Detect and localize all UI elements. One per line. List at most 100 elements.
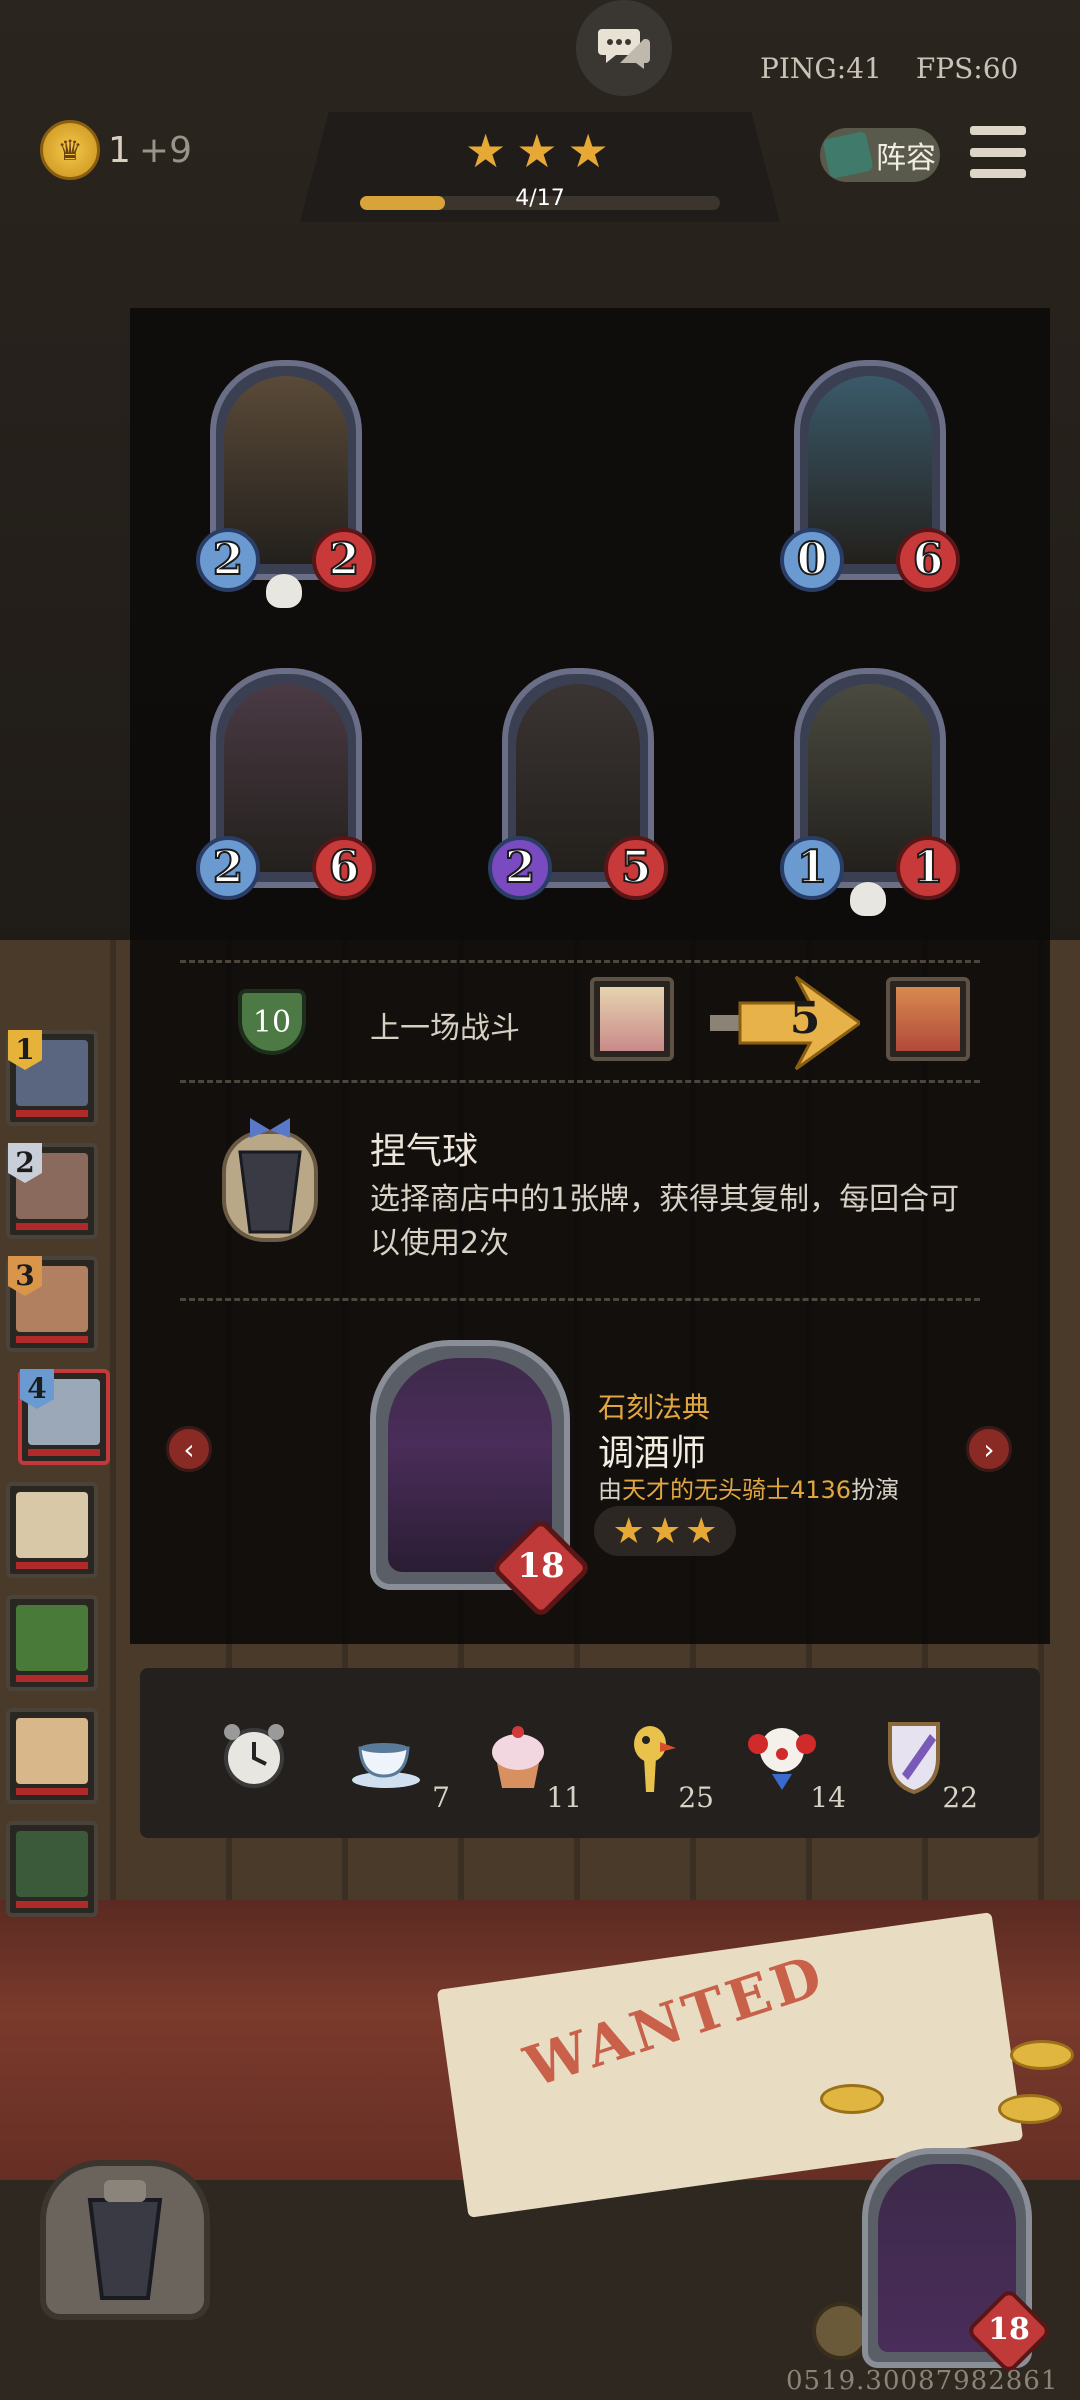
- player-health-bar: [16, 1901, 88, 1908]
- attack-value: 2: [196, 528, 260, 592]
- opponent-face: [896, 987, 960, 1051]
- player-face: [16, 1831, 88, 1897]
- player-portrait[interactable]: 4: [18, 1369, 110, 1465]
- alarm-clock-icon: [224, 1724, 284, 1788]
- next-hero-button[interactable]: ›: [966, 1426, 1012, 1472]
- hero-power-description: 选择商店中的1张牌，获得其复制，每回合可以使用2次: [370, 1182, 960, 1261]
- previous-hero-button[interactable]: ‹: [166, 1426, 212, 1472]
- match-stat: 14: [736, 1704, 846, 1814]
- credit-player-name: 天才的无头骑士4136: [622, 1476, 852, 1504]
- network-stats: PING:41 FPS:60: [760, 52, 1018, 85]
- stat-count: 22: [942, 1781, 978, 1814]
- lineup-button[interactable]: 阵容: [820, 128, 940, 182]
- last-battle-row: 10 上一场战斗 5: [130, 955, 1050, 1085]
- hero-name: 调酒师: [598, 1433, 707, 1474]
- player-face: [600, 987, 664, 1051]
- minion-card[interactable]: 11: [780, 668, 960, 916]
- build-id: 0519.30087982861: [786, 2366, 1059, 2396]
- hero-health-value: 18: [517, 1546, 565, 1586]
- attack-value: 0: [780, 528, 844, 592]
- chevron-left-icon: ‹: [183, 1432, 195, 1466]
- progress-text: 4/17: [515, 186, 565, 211]
- stat-count: 25: [678, 1781, 714, 1814]
- player-health-value: 18: [988, 2312, 1030, 2347]
- player-face: [16, 1492, 88, 1558]
- star-icon: ★: [648, 1510, 682, 1552]
- star-icon: ★: [465, 124, 507, 178]
- divider: [180, 1080, 980, 1083]
- credit-prefix: 由: [598, 1476, 622, 1504]
- damage-value: 5: [789, 993, 821, 1044]
- player-health-bar: [16, 1562, 88, 1569]
- player-health-bar: [16, 1223, 88, 1230]
- match-stat: 25: [604, 1704, 714, 1814]
- progress-fill: [360, 196, 445, 210]
- match-stat: 22: [868, 1704, 978, 1814]
- gold-amount: 1: [108, 129, 131, 171]
- deathrattle-skull-icon: [850, 882, 886, 916]
- health-value: 2: [312, 528, 376, 592]
- chat-bubble-icon: [598, 29, 650, 69]
- menu-button[interactable]: [970, 126, 1026, 178]
- player-portrait[interactable]: [590, 977, 674, 1061]
- attack-value: 1: [780, 836, 844, 900]
- match-stat: 7: [340, 1704, 450, 1814]
- cocktail-shaker-icon: [87, 2180, 163, 2300]
- hero-power-name: 捏气球: [370, 1131, 479, 1172]
- health-value: 6: [312, 836, 376, 900]
- player-portrait[interactable]: [6, 1595, 98, 1691]
- minion-card[interactable]: 25: [488, 668, 668, 900]
- player-portrait[interactable]: [6, 1708, 98, 1804]
- gold-display: ♛ 1 +9: [40, 120, 192, 180]
- hero-set-name: 石刻法典: [598, 1391, 711, 1424]
- player-portrait[interactable]: 1: [6, 1030, 98, 1126]
- gold-coin: [1010, 2040, 1074, 2070]
- hamburger-line: [970, 169, 1026, 178]
- player-portrait[interactable]: 3: [6, 1256, 98, 1352]
- chevron-right-icon: ›: [983, 1432, 995, 1466]
- player-health-bar: [16, 1675, 88, 1682]
- hamburger-icon: [970, 126, 1026, 135]
- hero-credit: 由天才的无头骑士4136扮演: [598, 1470, 899, 1505]
- player-face: [16, 1718, 88, 1784]
- tavern-stars: ★ ★ ★: [465, 124, 609, 178]
- last-battle-label: 上一场战斗: [370, 1011, 520, 1046]
- teacup-icon: [352, 1743, 420, 1788]
- ping-readout: PING:41: [760, 52, 882, 85]
- card-deck-icon: [822, 130, 874, 180]
- minion-card[interactable]: 06: [780, 360, 960, 592]
- hero-power-button[interactable]: [40, 2160, 210, 2320]
- chat-button[interactable]: [576, 0, 672, 96]
- hamburger-line: [970, 147, 1026, 157]
- player-health-bar: [16, 1336, 88, 1343]
- crown-coin-icon: ♛: [40, 120, 100, 180]
- deathrattle-skull-icon: [266, 574, 302, 608]
- minion-card[interactable]: 22: [196, 360, 376, 608]
- health-value: 1: [896, 836, 960, 900]
- player-health-bar: [16, 1110, 88, 1117]
- stat-count: 14: [810, 1781, 846, 1814]
- stat-count: 11: [546, 1781, 582, 1814]
- player-portrait[interactable]: [6, 1821, 98, 1917]
- health-value: 6: [896, 528, 960, 592]
- player-portrait[interactable]: 2: [6, 1143, 98, 1239]
- match-stat: [208, 1704, 318, 1814]
- player-health-bar: [16, 1788, 88, 1795]
- attack-value: 2: [196, 836, 260, 900]
- health-value: 5: [604, 836, 668, 900]
- player-face: [16, 1605, 88, 1671]
- player-health-bar: [28, 1449, 100, 1456]
- opponent-portrait[interactable]: [886, 977, 970, 1061]
- star-icon: ★: [567, 124, 609, 178]
- gold-bonus: +9: [138, 129, 192, 171]
- cocktail-shaker-icon: [222, 1118, 318, 1242]
- divider: [180, 1298, 980, 1301]
- player-portrait[interactable]: [6, 1482, 98, 1578]
- star-icon: ★: [516, 124, 558, 178]
- lineup-label: 阵容: [876, 141, 936, 176]
- minion-card[interactable]: 26: [196, 668, 376, 900]
- gold-coin: [820, 2084, 884, 2114]
- gold-coin: [998, 2094, 1062, 2124]
- fps-readout: FPS:60: [915, 52, 1019, 85]
- star-icon: ★: [685, 1510, 718, 1552]
